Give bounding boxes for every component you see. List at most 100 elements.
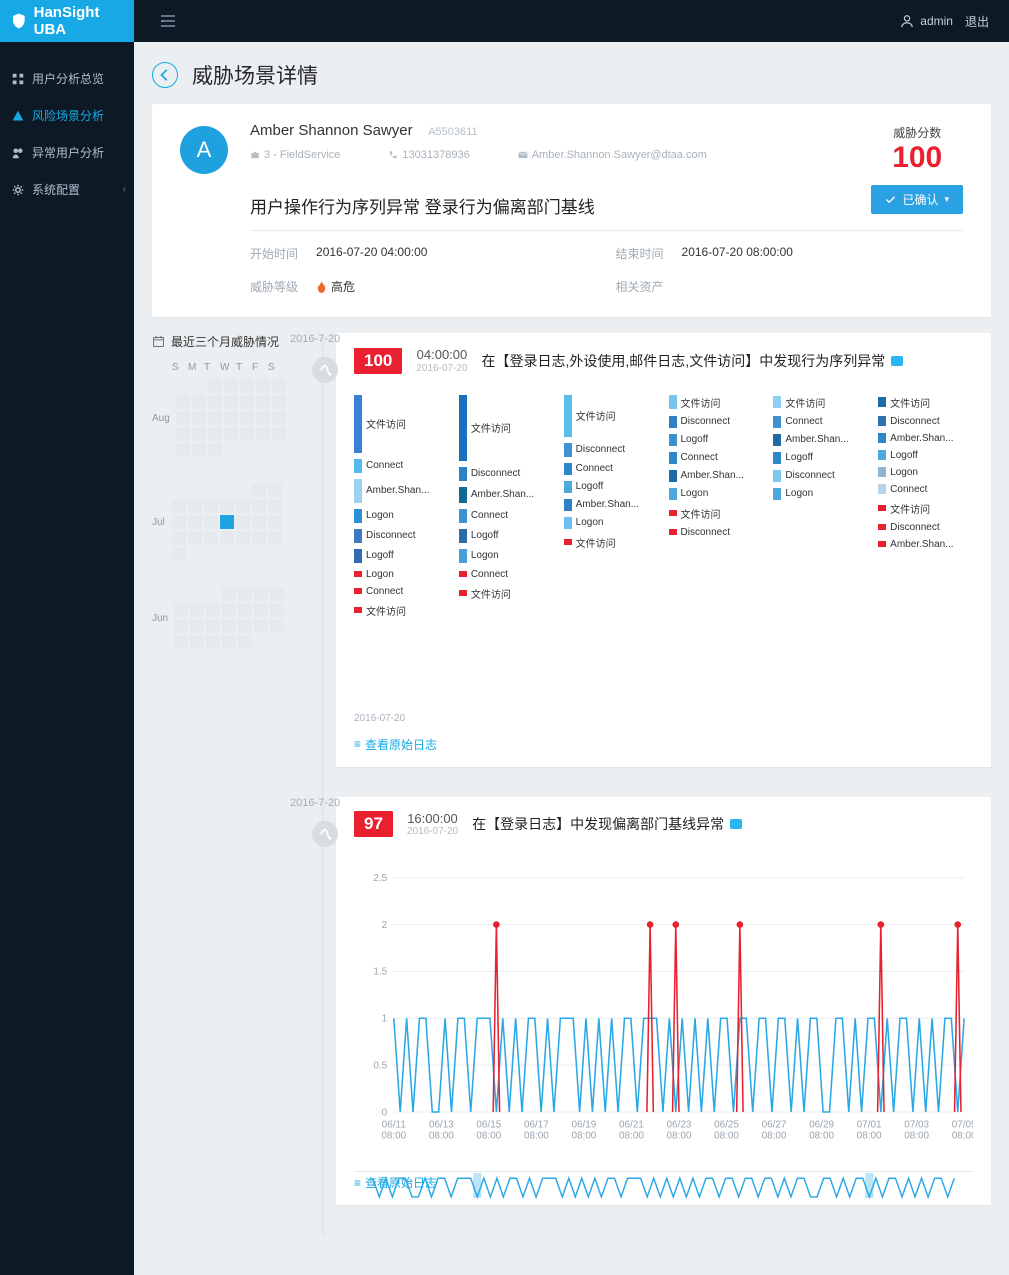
heatmap-cell[interactable] (224, 379, 238, 393)
sankey-node[interactable]: Logon (354, 509, 449, 523)
sankey-node[interactable]: 文件访问 (459, 586, 554, 601)
sankey-node[interactable]: 文件访问 (459, 395, 554, 461)
view-raw-log-link[interactable]: 查看原始日志 (354, 736, 973, 753)
heatmap-cell[interactable] (270, 587, 284, 601)
heatmap-cell[interactable] (208, 411, 222, 425)
sankey-node[interactable]: Amber.Shan... (878, 433, 973, 444)
sankey-node[interactable]: Amber.Shan... (669, 470, 764, 482)
heatmap-cell[interactable] (236, 499, 250, 513)
heatmap-cell[interactable] (238, 619, 252, 633)
heatmap-cell[interactable] (224, 411, 238, 425)
confirm-button[interactable]: 已确认 ▾ (871, 185, 963, 214)
sankey-node[interactable]: Disconnect (459, 467, 554, 481)
sankey-node[interactable]: Logon (564, 517, 659, 529)
heatmap-cell[interactable] (222, 619, 236, 633)
sankey-node[interactable]: Amber.Shan... (878, 539, 973, 550)
heatmap-cell[interactable] (174, 603, 188, 617)
heatmap-cell[interactable] (252, 499, 266, 513)
heatmap-cell[interactable] (252, 531, 266, 545)
sankey-node[interactable]: Logon (354, 569, 449, 580)
heatmap-cell[interactable] (206, 619, 220, 633)
heatmap-cell[interactable] (224, 395, 238, 409)
heatmap-cell[interactable] (188, 531, 202, 545)
sankey-node[interactable]: Connect (354, 459, 449, 473)
sankey-node[interactable]: Disconnect (878, 522, 973, 533)
sankey-node[interactable]: Connect (878, 484, 973, 495)
heatmap-cell[interactable] (256, 411, 270, 425)
sidebar-item-risk-scenario[interactable]: 风险场景分析 (0, 97, 134, 134)
heatmap-cell[interactable] (192, 411, 206, 425)
sankey-node[interactable]: 文件访问 (354, 395, 449, 453)
heatmap-cell[interactable] (174, 635, 188, 649)
sidebar-item-system-config[interactable]: 系统配置 ‹ (0, 171, 134, 208)
heatmap-cell[interactable] (252, 483, 266, 497)
sankey-node[interactable]: Amber.Shan... (354, 479, 449, 503)
sankey-node[interactable]: Amber.Shan... (459, 487, 554, 503)
sidebar-item-abnormal-user[interactable]: 异常用户分析 (0, 134, 134, 171)
heatmap-cell[interactable] (174, 619, 188, 633)
heatmap-cell[interactable] (256, 395, 270, 409)
heatmap-cell[interactable] (236, 531, 250, 545)
heatmap-cell[interactable] (240, 395, 254, 409)
sankey-node[interactable]: 文件访问 (878, 501, 973, 516)
heatmap-cell[interactable] (254, 603, 268, 617)
sankey-node[interactable]: Disconnect (564, 443, 659, 457)
heatmap-cell[interactable] (268, 531, 282, 545)
heatmap-cell[interactable] (172, 515, 186, 529)
heatmap-cell[interactable] (204, 531, 218, 545)
sankey-node[interactable]: 文件访问 (564, 395, 659, 437)
heatmap-cell[interactable] (240, 411, 254, 425)
heatmap-cell[interactable] (256, 427, 270, 441)
heatmap-cell[interactable] (252, 515, 266, 529)
heatmap-cell[interactable] (206, 635, 220, 649)
heatmap-cell[interactable] (176, 443, 190, 457)
heatmap-cell[interactable] (172, 499, 186, 513)
heatmap-cell[interactable] (176, 411, 190, 425)
heatmap-cell[interactable] (190, 619, 204, 633)
sankey-node[interactable]: Logoff (669, 434, 764, 446)
heatmap-cell[interactable] (208, 395, 222, 409)
sankey-node[interactable]: 文件访问 (669, 506, 764, 521)
heatmap-cell[interactable] (188, 515, 202, 529)
sankey-node[interactable]: Amber.Shan... (773, 434, 868, 446)
heatmap-cell[interactable] (176, 427, 190, 441)
heatmap-cell[interactable] (222, 603, 236, 617)
heatmap-cell[interactable] (272, 379, 286, 393)
heatmap-cell[interactable] (220, 515, 234, 529)
heatmap-cell[interactable] (254, 587, 268, 601)
sidebar-item-user-overview[interactable]: 用户分析总览 (0, 60, 134, 97)
sankey-node[interactable]: Connect (459, 509, 554, 523)
heatmap-cell[interactable] (238, 603, 252, 617)
sankey-node[interactable]: 文件访问 (564, 535, 659, 550)
sankey-node[interactable]: Disconnect (669, 416, 764, 428)
sankey-node[interactable]: Logoff (354, 549, 449, 563)
heatmap-cell[interactable] (224, 427, 238, 441)
sankey-node[interactable]: Connect (669, 452, 764, 464)
heatmap-cell[interactable] (172, 547, 186, 561)
heatmap-cell[interactable] (268, 483, 282, 497)
sankey-node[interactable]: 文件访问 (354, 603, 449, 618)
heatmap-cell[interactable] (190, 603, 204, 617)
heatmap-cell[interactable] (204, 499, 218, 513)
sankey-node[interactable]: Connect (564, 463, 659, 475)
heatmap-cell[interactable] (254, 619, 268, 633)
heatmap-cell[interactable] (192, 427, 206, 441)
logout-link[interactable]: 退出 (965, 13, 989, 30)
heatmap-cell[interactable] (192, 443, 206, 457)
heatmap-cell[interactable] (208, 379, 222, 393)
sankey-node[interactable]: Logon (669, 488, 764, 500)
sankey-node[interactable]: Connect (354, 586, 449, 597)
sankey-node[interactable]: Connect (459, 569, 554, 580)
heatmap-cell[interactable] (172, 531, 186, 545)
heatmap-cell[interactable] (256, 379, 270, 393)
heatmap-cell[interactable] (206, 603, 220, 617)
heatmap-cell[interactable] (270, 619, 284, 633)
heatmap-cell[interactable] (188, 499, 202, 513)
heatmap-cell[interactable] (268, 499, 282, 513)
sankey-node[interactable]: Disconnect (669, 527, 764, 538)
sankey-node[interactable]: Logoff (773, 452, 868, 464)
heatmap-cell[interactable] (240, 427, 254, 441)
heatmap-cell[interactable] (236, 515, 250, 529)
heatmap-cell[interactable] (272, 395, 286, 409)
heatmap-cell[interactable] (272, 427, 286, 441)
